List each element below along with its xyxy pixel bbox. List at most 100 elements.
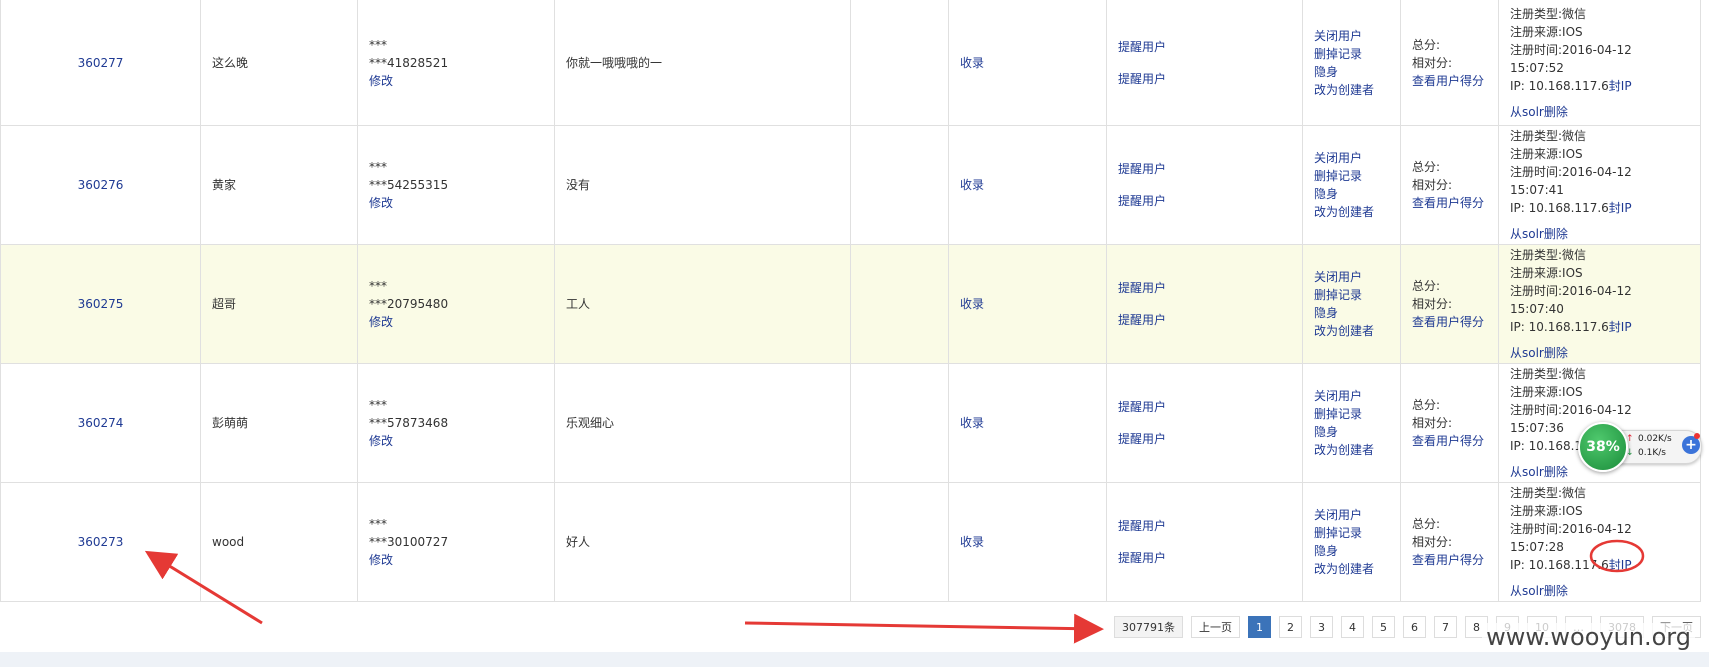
delete-from-solr-link[interactable]: 从solr删除 — [1510, 344, 1689, 362]
view-score-link[interactable]: 查看用户得分 — [1412, 72, 1487, 90]
score-cell: 总分: 相对分: 查看用户得分 — [1400, 0, 1499, 126]
close-user-link[interactable]: 关闭用户 — [1314, 506, 1389, 524]
remind-user-link[interactable]: 提醒用户 — [1118, 38, 1291, 56]
empty-cell — [850, 482, 949, 602]
edit-link[interactable]: 修改 — [369, 72, 543, 90]
delete-from-solr-link[interactable]: 从solr删除 — [1510, 103, 1689, 121]
page-button-3[interactable]: 3 — [1310, 616, 1333, 638]
table-row: 360273 wood *** ***30100727 修改 好人 收录 提醒用… — [0, 482, 1701, 602]
page-button-2[interactable]: 2 — [1279, 616, 1302, 638]
close-user-link[interactable]: 关闭用户 — [1314, 149, 1389, 167]
delete-record-link[interactable]: 删掉记录 — [1314, 45, 1389, 63]
user-id-cell: 360273 — [0, 482, 201, 602]
page-button-7[interactable]: 7 — [1434, 616, 1457, 638]
view-score-link[interactable]: 查看用户得分 — [1412, 432, 1487, 450]
hide-link[interactable]: 隐身 — [1314, 542, 1389, 560]
total-score-label: 总分: — [1412, 279, 1441, 293]
hide-link[interactable]: 隐身 — [1314, 63, 1389, 81]
register-source: 注册来源:IOS — [1510, 147, 1583, 161]
collect-cell: 收录 — [948, 125, 1107, 245]
view-score-link[interactable]: 查看用户得分 — [1412, 194, 1487, 212]
edit-link[interactable]: 修改 — [369, 194, 543, 212]
collect-link[interactable]: 收录 — [960, 416, 984, 430]
remind-cell: 提醒用户 提醒用户 — [1106, 363, 1303, 483]
view-score-link[interactable]: 查看用户得分 — [1412, 313, 1487, 331]
close-user-link[interactable]: 关闭用户 — [1314, 27, 1389, 45]
ban-ip-link[interactable]: 封IP — [1609, 558, 1632, 572]
remind-user-link-2[interactable]: 提醒用户 — [1118, 311, 1291, 329]
remind-user-link[interactable]: 提醒用户 — [1118, 398, 1291, 416]
collect-link[interactable]: 收录 — [960, 178, 984, 192]
remind-user-link[interactable]: 提醒用户 — [1118, 160, 1291, 178]
delete-record-link[interactable]: 删掉记录 — [1314, 524, 1389, 542]
remind-user-link-2[interactable]: 提醒用户 — [1118, 192, 1291, 210]
collect-cell: 收录 — [948, 482, 1107, 602]
account-cell: *** ***41828521 修改 — [357, 0, 555, 126]
delete-from-solr-link[interactable]: 从solr删除 — [1510, 582, 1689, 600]
make-creator-link[interactable]: 改为创建者 — [1314, 203, 1389, 221]
nickname: 超哥 — [212, 297, 237, 311]
phone-number: ***30100727 — [369, 535, 449, 549]
hide-link[interactable]: 隐身 — [1314, 423, 1389, 441]
account-cell: *** ***20795480 修改 — [357, 244, 555, 364]
delete-from-solr-link[interactable]: 从solr删除 — [1510, 225, 1689, 243]
user-id-link[interactable]: 360273 — [78, 535, 124, 549]
nickname-cell: 超哥 — [200, 244, 358, 364]
prev-page-button[interactable]: 上一页 — [1191, 616, 1240, 638]
remind-user-link[interactable]: 提醒用户 — [1118, 517, 1291, 535]
page-button-5[interactable]: 5 — [1372, 616, 1395, 638]
remind-user-link-2[interactable]: 提醒用户 — [1118, 70, 1291, 88]
view-score-link[interactable]: 查看用户得分 — [1412, 551, 1487, 569]
make-creator-link[interactable]: 改为创建者 — [1314, 81, 1389, 99]
delete-record-link[interactable]: 删掉记录 — [1314, 405, 1389, 423]
remind-user-link-2[interactable]: 提醒用户 — [1118, 430, 1291, 448]
close-user-link[interactable]: 关闭用户 — [1314, 268, 1389, 286]
download-arrow-icon: ↓ — [1626, 448, 1634, 458]
collect-link[interactable]: 收录 — [960, 535, 984, 549]
relative-score-label: 相对分: — [1412, 416, 1453, 430]
download-speed: 0.1K/s — [1638, 448, 1666, 458]
ban-ip-link[interactable]: 封IP — [1609, 79, 1632, 93]
close-user-link[interactable]: 关闭用户 — [1314, 387, 1389, 405]
user-table: 360277 这么晚 *** ***41828521 修改 你就一哦哦哦的一 收… — [0, 0, 1701, 602]
remind-user-link[interactable]: 提醒用户 — [1118, 279, 1291, 297]
edit-link[interactable]: 修改 — [369, 551, 543, 569]
signature-cell: 没有 — [554, 125, 851, 245]
remind-user-link-2[interactable]: 提醒用户 — [1118, 549, 1291, 567]
nickname: 彭萌萌 — [212, 416, 249, 430]
account-cell: *** ***30100727 修改 — [357, 482, 555, 602]
edit-link[interactable]: 修改 — [369, 432, 543, 450]
user-id-link[interactable]: 360274 — [78, 416, 124, 430]
network-speed-widget[interactable]: 38% ↑ 0.02K/s ↓ 0.1K/s + — [1578, 422, 1703, 472]
score-cell: 总分: 相对分: 查看用户得分 — [1400, 244, 1499, 364]
total-count: 307791条 — [1114, 616, 1183, 638]
admin-actions-cell: 关闭用户 删掉记录 隐身 改为创建者 — [1302, 0, 1401, 126]
delete-record-link[interactable]: 删掉记录 — [1314, 167, 1389, 185]
edit-link[interactable]: 修改 — [369, 313, 543, 331]
user-id-link[interactable]: 360277 — [78, 56, 124, 70]
make-creator-link[interactable]: 改为创建者 — [1314, 322, 1389, 340]
table-row: 360275 超哥 *** ***20795480 修改 工人 收录 提醒用户 … — [0, 244, 1701, 364]
page-button-1[interactable]: 1 — [1248, 616, 1271, 638]
make-creator-link[interactable]: 改为创建者 — [1314, 441, 1389, 459]
collect-link[interactable]: 收录 — [960, 297, 984, 311]
collect-link[interactable]: 收录 — [960, 56, 984, 70]
delete-record-link[interactable]: 删掉记录 — [1314, 286, 1389, 304]
ban-ip-link[interactable]: 封IP — [1609, 201, 1632, 215]
user-id-link[interactable]: 360276 — [78, 178, 124, 192]
nickname-cell: 这么晚 — [200, 0, 358, 126]
make-creator-link[interactable]: 改为创建者 — [1314, 560, 1389, 578]
empty-cell — [850, 363, 949, 483]
hide-link[interactable]: 隐身 — [1314, 304, 1389, 322]
page-button-6[interactable]: 6 — [1403, 616, 1426, 638]
user-id-link[interactable]: 360275 — [78, 297, 124, 311]
ban-ip-link[interactable]: 封IP — [1609, 320, 1632, 334]
empty-cell — [850, 0, 949, 126]
page-button-4[interactable]: 4 — [1341, 616, 1364, 638]
table-row: 360277 这么晚 *** ***41828521 修改 你就一哦哦哦的一 收… — [0, 0, 1701, 126]
relative-score-label: 相对分: — [1412, 535, 1453, 549]
hide-link[interactable]: 隐身 — [1314, 185, 1389, 203]
ip-line: IP: 10.168.117.6封IP — [1510, 318, 1689, 336]
signature: 你就一哦哦哦的一 — [566, 55, 663, 70]
remind-cell: 提醒用户 提醒用户 — [1106, 482, 1303, 602]
